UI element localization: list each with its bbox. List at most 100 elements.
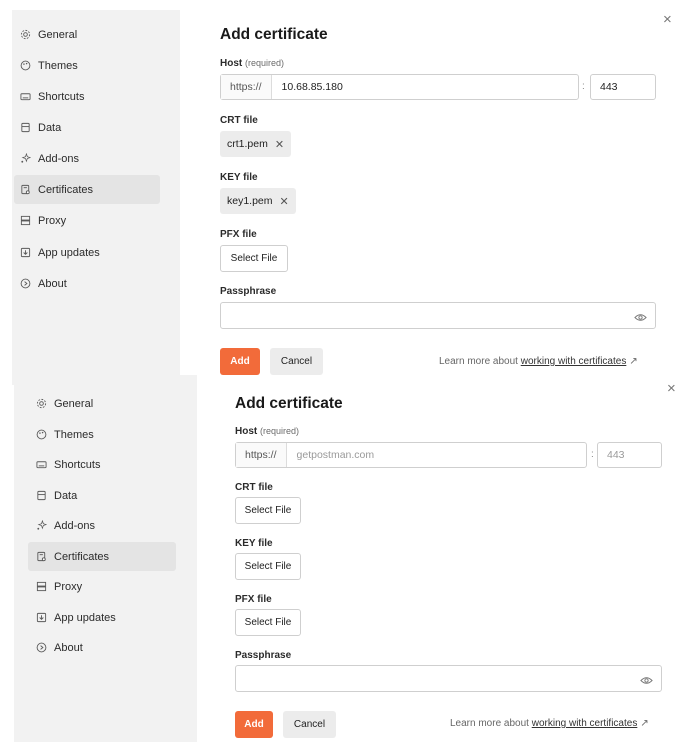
database-icon [36, 490, 47, 501]
info-icon [36, 642, 47, 653]
sidebar-item-about[interactable]: About [28, 633, 176, 662]
passphrase-input[interactable] [220, 302, 656, 329]
sparkle-icon [20, 153, 31, 164]
protocol-prefix: https:// [221, 75, 272, 99]
learn-more-link[interactable]: working with certificates [521, 356, 627, 367]
passphrase-input[interactable] [235, 665, 662, 692]
sidebar-item-label: App updates [38, 246, 100, 259]
sidebar-item-general[interactable]: General [14, 20, 160, 49]
key-select-file-button[interactable]: Select File [235, 553, 301, 580]
sidebar-item-shortcuts[interactable]: Shortcuts [14, 82, 160, 111]
external-link-icon: ↗ [629, 356, 638, 367]
key-file-label: KEY file [220, 172, 258, 183]
host-input[interactable]: 10.68.85.180 [272, 81, 343, 93]
learn-more-text: Learn more about working with certificat… [439, 356, 638, 367]
pfx-file-label: PFX file [235, 594, 272, 605]
keyboard-icon [20, 91, 31, 102]
add-button[interactable]: Add [220, 348, 260, 375]
sparkle-icon [36, 520, 47, 531]
sidebar-item-label: Certificates [38, 183, 94, 196]
passphrase-label: Passphrase [220, 286, 277, 297]
sidebar-item-app-updates[interactable]: App updates [14, 238, 160, 267]
proxy-icon [20, 215, 31, 226]
sidebar-item-label: Themes [54, 428, 94, 441]
protocol-prefix: https:// [236, 443, 287, 467]
sidebar-item-label: Add-ons [54, 519, 95, 532]
key-file-chip: key1.pem ✕ [220, 188, 296, 214]
port-input[interactable]: 443 [590, 74, 656, 100]
host-field[interactable]: https:// getpostman.com [235, 442, 587, 468]
add-button[interactable]: Add [235, 711, 273, 738]
sidebar-item-proxy[interactable]: Proxy [14, 206, 160, 235]
sidebar-item-label: Shortcuts [54, 458, 101, 471]
pfx-select-file-button[interactable]: Select File [235, 609, 301, 636]
sidebar-item-themes[interactable]: Themes [14, 51, 160, 80]
proxy-icon [36, 581, 47, 592]
sidebar-item-label: Proxy [54, 580, 83, 593]
sidebar-item-label: Data [54, 489, 78, 502]
host-input[interactable]: getpostman.com [287, 449, 375, 461]
sidebar-item-label: About [38, 277, 67, 290]
host-label: Host (required) [235, 426, 300, 437]
close-icon[interactable]: × [663, 11, 672, 28]
sidebar-item-add-ons[interactable]: Add-ons [28, 511, 176, 540]
database-icon [20, 122, 31, 133]
info-icon [20, 278, 31, 289]
sidebar-item-label: Proxy [38, 214, 67, 227]
crt-file-label: CRT file [220, 115, 258, 126]
sidebar-item-label: General [38, 28, 78, 41]
sidebar-item-data[interactable]: Data [14, 113, 160, 142]
sidebar-item-general[interactable]: General [28, 389, 176, 418]
download-icon [36, 612, 47, 623]
download-icon [20, 247, 31, 258]
passphrase-label: Passphrase [235, 650, 292, 661]
eye-icon[interactable] [634, 310, 647, 321]
cancel-button[interactable]: Cancel [283, 711, 336, 738]
learn-more-link[interactable]: working with certificates [532, 718, 638, 729]
keyboard-icon [36, 459, 47, 470]
settings-panel-bottom: General Themes Shortcuts Data Add-ons Ce… [0, 375, 679, 742]
certificate-icon [20, 184, 31, 195]
eye-icon[interactable] [640, 673, 653, 684]
learn-more-text: Learn more about working with certificat… [450, 718, 649, 729]
certificate-icon [36, 551, 47, 562]
pfx-select-file-button[interactable]: Select File [220, 245, 288, 272]
sidebar-item-label: Themes [38, 59, 78, 72]
crt-select-file-button[interactable]: Select File [235, 497, 301, 524]
sidebar-item-data[interactable]: Data [28, 481, 176, 510]
sidebar-item-shortcuts[interactable]: Shortcuts [28, 450, 176, 479]
palette-icon [36, 429, 47, 440]
cancel-button[interactable]: Cancel [270, 348, 323, 375]
settings-panel-top: General Themes Shortcuts Data Add-ons Ce… [0, 0, 679, 385]
sidebar-item-app-updates[interactable]: App updates [28, 603, 176, 632]
remove-file-icon[interactable]: ✕ [280, 195, 289, 208]
port-input[interactable]: 443 [597, 442, 662, 468]
gear-icon [36, 398, 47, 409]
gear-icon [20, 29, 31, 40]
sidebar-item-certificates[interactable]: Certificates [14, 175, 160, 204]
sidebar-item-proxy[interactable]: Proxy [28, 572, 176, 601]
settings-sidebar: General Themes Shortcuts Data Add-ons Ce… [14, 375, 197, 742]
pfx-file-label: PFX file [220, 229, 257, 240]
key-file-label: KEY file [235, 538, 273, 549]
close-icon[interactable]: × [667, 380, 676, 397]
external-link-icon: ↗ [640, 718, 649, 729]
sidebar-item-label: App updates [54, 611, 116, 624]
port-separator: : [591, 449, 594, 460]
sidebar-item-label: About [54, 641, 83, 654]
crt-file-chip: crt1.pem ✕ [220, 131, 292, 157]
palette-icon [20, 60, 31, 71]
sidebar-item-certificates[interactable]: Certificates [28, 542, 176, 571]
host-label: Host (required) [220, 58, 285, 69]
sidebar-item-about[interactable]: About [14, 269, 160, 298]
sidebar-item-label: Shortcuts [38, 90, 85, 103]
settings-sidebar: General Themes Shortcuts Data Add-ons Ce… [12, 10, 180, 385]
sidebar-item-themes[interactable]: Themes [28, 420, 176, 449]
sidebar-item-add-ons[interactable]: Add-ons [14, 144, 160, 173]
sidebar-item-label: Add-ons [38, 152, 79, 165]
sidebar-item-label: Certificates [54, 550, 110, 563]
remove-file-icon[interactable]: ✕ [275, 138, 284, 151]
dialog-title: Add certificate [235, 395, 343, 412]
port-separator: : [582, 81, 585, 92]
host-field[interactable]: https:// 10.68.85.180 [220, 74, 579, 100]
